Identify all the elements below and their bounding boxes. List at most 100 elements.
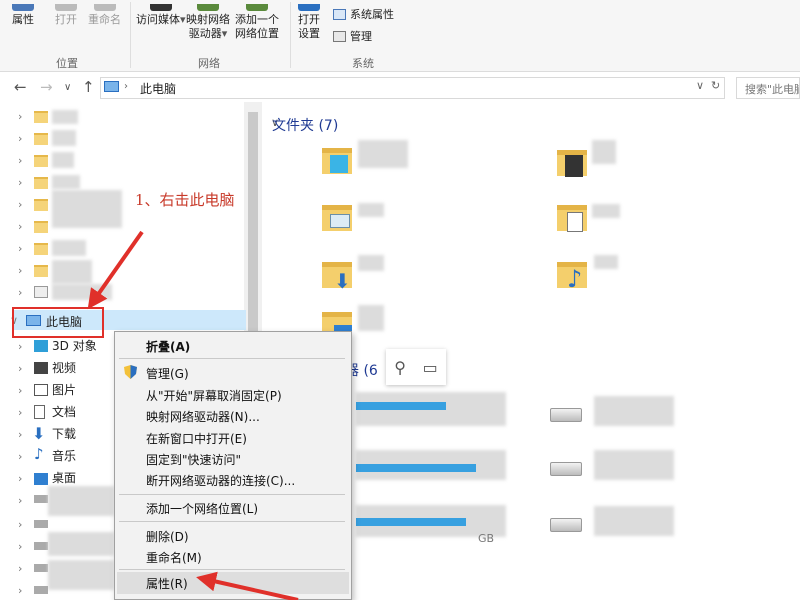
- sidebar-item-pictures[interactable]: 图片: [52, 381, 76, 398]
- expand-chevron-icon[interactable]: ›: [18, 286, 22, 299]
- drive-usage-bar: [356, 518, 466, 526]
- folders-section-header[interactable]: 文件夹 (7): [272, 115, 338, 135]
- system-properties-button[interactable]: 系统属性: [333, 6, 394, 22]
- folder-music-icon[interactable]: ♪: [557, 262, 587, 293]
- map-drive-button[interactable]: 映射网络 驱动器▾: [186, 4, 230, 41]
- folder-icon: [34, 199, 48, 211]
- sidebar-item-downloads[interactable]: 下载: [52, 425, 76, 442]
- blurred-label: [358, 255, 384, 271]
- expand-chevron-icon[interactable]: ›: [18, 362, 22, 375]
- folder-pictures-icon[interactable]: [322, 205, 352, 231]
- search-icon[interactable]: ⚲: [394, 358, 406, 377]
- expand-chevron-icon[interactable]: ›: [18, 472, 22, 485]
- expand-chevron-icon[interactable]: ›: [18, 384, 22, 397]
- blurred-label: [52, 110, 78, 124]
- address-bar[interactable]: [100, 77, 725, 99]
- open-button[interactable]: 打开: [55, 4, 77, 27]
- expand-chevron-icon[interactable]: ›: [18, 450, 22, 463]
- folder-3d-objects-icon[interactable]: [322, 148, 352, 174]
- folder-icon: [34, 221, 48, 233]
- expand-chevron-icon[interactable]: ›: [18, 428, 22, 441]
- add-network-location-button[interactable]: 添加一个 网络位置: [235, 4, 279, 41]
- expand-chevron-icon[interactable]: ›: [18, 198, 22, 211]
- forward-arrow-icon[interactable]: →: [40, 78, 53, 96]
- expand-chevron-icon[interactable]: ›: [18, 264, 22, 277]
- blurred-label: [52, 284, 112, 300]
- sidebar-item-documents[interactable]: 文档: [52, 403, 76, 420]
- menu-item-rename[interactable]: 重命名(M): [146, 549, 202, 566]
- blurred-label: [48, 532, 114, 556]
- folder-icon: [34, 177, 48, 189]
- open-settings-button[interactable]: 打开 设置: [298, 4, 320, 41]
- location-group-label: 位置: [56, 57, 78, 70]
- expand-chevron-icon[interactable]: ›: [18, 176, 22, 189]
- back-arrow-icon[interactable]: ←: [14, 78, 27, 96]
- menu-separator: [119, 358, 345, 359]
- blurred-drive-label: [594, 450, 674, 480]
- folder-icon: [34, 243, 48, 255]
- blurred-label: [48, 560, 114, 590]
- expand-chevron-icon[interactable]: ›: [18, 242, 22, 255]
- menu-item-add-network-location[interactable]: 添加一个网络位置(L): [146, 500, 258, 517]
- rename-button[interactable]: 重命名: [88, 4, 121, 27]
- recent-chevron-icon[interactable]: ∨: [64, 82, 71, 93]
- drive-usage-bar: [356, 464, 476, 472]
- hard-drive-icon[interactable]: [550, 518, 582, 532]
- menu-item-pin-quick-access[interactable]: 固定到"快速访问": [146, 451, 241, 468]
- properties-icon: [12, 4, 34, 11]
- admin-shield-icon: [124, 365, 137, 379]
- properties-button[interactable]: 属性: [12, 4, 34, 27]
- breadcrumb-chevron-icon[interactable]: ›: [124, 81, 128, 92]
- menu-item-disconnect-drive[interactable]: 断开网络驱动器的连接(C)...: [146, 472, 295, 489]
- expand-chevron-icon[interactable]: ›: [18, 154, 22, 167]
- drive-usage-bar: [356, 402, 446, 410]
- menu-item-collapse[interactable]: 折叠(A): [146, 338, 190, 355]
- expand-chevron-icon[interactable]: ›: [18, 562, 22, 575]
- up-arrow-icon[interactable]: ↑: [82, 78, 95, 96]
- system-group-label: 系统: [352, 57, 374, 70]
- blurred-label: [358, 203, 384, 217]
- blurred-label: [48, 486, 114, 516]
- pictures-icon: [34, 384, 48, 396]
- expand-chevron-icon[interactable]: ›: [18, 340, 22, 353]
- menu-item-map-drive[interactable]: 映射网络驱动器(N)...: [146, 408, 260, 425]
- expand-chevron-icon[interactable]: ›: [18, 494, 22, 507]
- folder-videos-icon[interactable]: [557, 150, 587, 177]
- network-group-label: 网络: [198, 57, 220, 70]
- blurred-label: [592, 140, 616, 164]
- expand-chevron-icon[interactable]: ›: [18, 540, 22, 553]
- sidebar-item-desktop[interactable]: 桌面: [52, 469, 76, 486]
- hard-drive-icon[interactable]: [550, 408, 582, 422]
- expand-chevron-icon[interactable]: ›: [18, 518, 22, 531]
- menu-item-properties[interactable]: 属性(R): [146, 575, 188, 592]
- sidebar-item-music[interactable]: 音乐: [52, 447, 76, 464]
- expand-chevron-icon[interactable]: ›: [18, 220, 22, 233]
- computer-icon: [104, 81, 119, 92]
- comment-icon[interactable]: ▭: [423, 358, 438, 377]
- menu-item-delete[interactable]: 删除(D): [146, 528, 189, 545]
- folder-downloads-icon[interactable]: ⬇: [322, 262, 352, 293]
- address-dropdown-icon[interactable]: ∨ ↻: [696, 79, 720, 92]
- expand-chevron-icon[interactable]: ›: [18, 406, 22, 419]
- sidebar-item-videos[interactable]: 视频: [52, 359, 76, 376]
- nav-scrollbar-thumb[interactable]: [248, 112, 258, 332]
- context-menu: 折叠(A) 管理(G) 从"开始"屏幕取消固定(P) 映射网络驱动器(N)...…: [114, 331, 352, 600]
- hard-drive-icon[interactable]: [550, 462, 582, 476]
- menu-item-unpin-start[interactable]: 从"开始"屏幕取消固定(P): [146, 387, 282, 404]
- search-input[interactable]: 搜索"此电脑": [736, 77, 800, 99]
- access-media-button[interactable]: 访问媒体▾: [136, 4, 186, 27]
- expand-chevron-icon[interactable]: ›: [18, 584, 22, 597]
- floating-toolbar: ⚲ ▭: [386, 349, 446, 385]
- expand-chevron-icon[interactable]: ›: [18, 110, 22, 123]
- manage-button[interactable]: 管理: [333, 28, 372, 44]
- menu-separator: [119, 521, 345, 522]
- desktop-icon: [34, 473, 48, 485]
- network-drive-icon: [197, 4, 219, 11]
- downloads-arrow-icon: ⬇: [32, 424, 46, 443]
- menu-item-manage[interactable]: 管理(G): [146, 365, 189, 382]
- expand-chevron-icon[interactable]: ›: [18, 132, 22, 145]
- sidebar-item-3d-objects[interactable]: 3D 对象: [52, 337, 97, 354]
- menu-item-open-new-window[interactable]: 在新窗口中打开(E): [146, 430, 247, 447]
- folder-documents-icon[interactable]: [557, 205, 587, 232]
- drive-icon: [34, 495, 48, 503]
